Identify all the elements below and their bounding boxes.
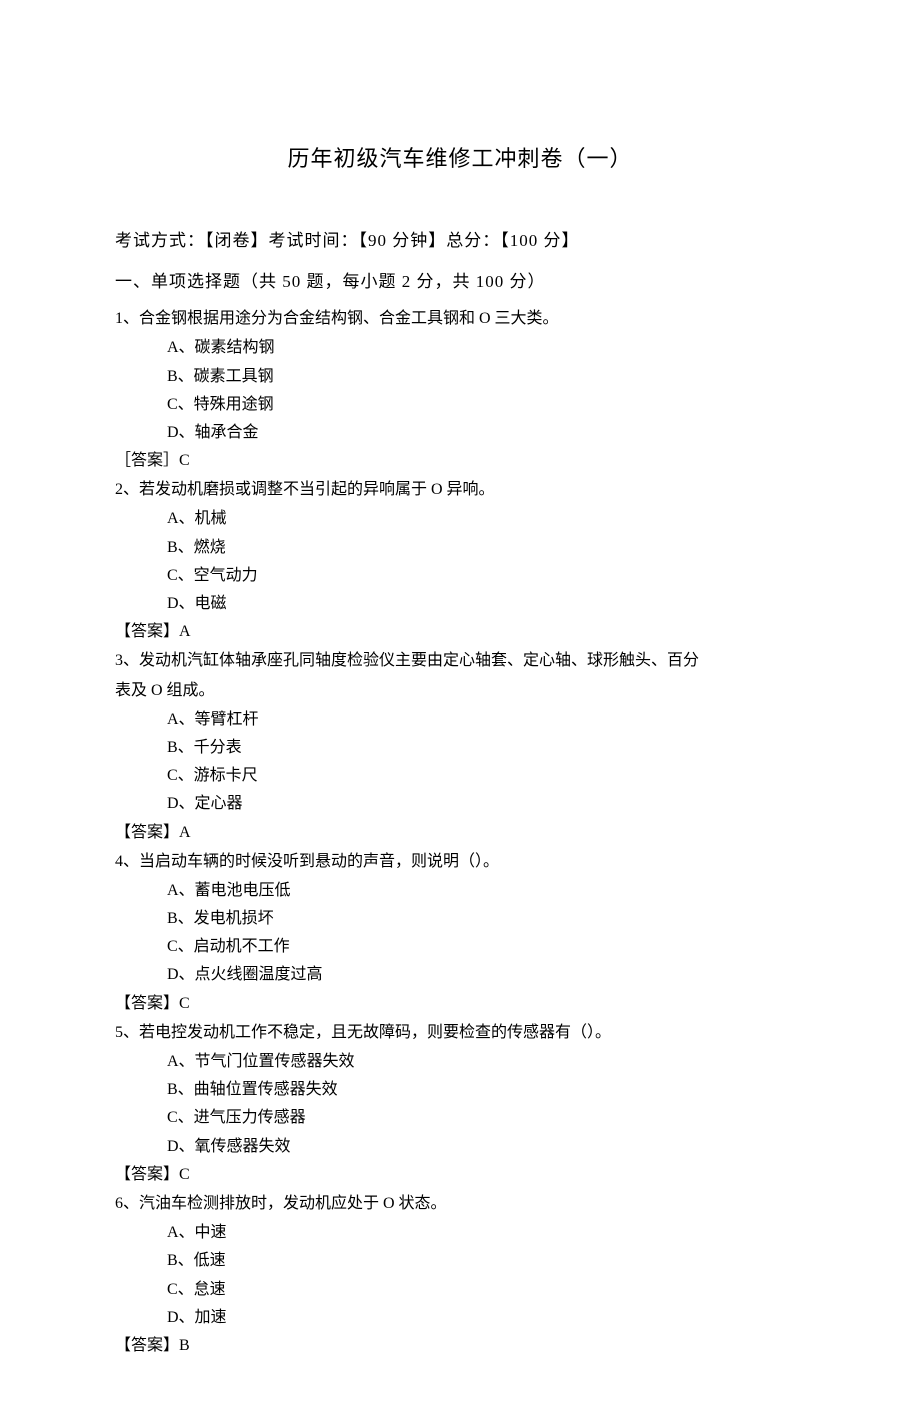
question-option: B、低速 [115,1247,805,1274]
question-stem: 6、汽油车检测排放时，发动机应处于 O 状态。 [115,1190,805,1217]
question-option: C、空气动力 [115,562,805,589]
question-option: B、曲轴位置传感器失效 [115,1076,805,1103]
question-option: A、等臂杠杆 [115,706,805,733]
section-header: 一、单项选择题（共 50 题，每小题 2 分，共 100 分） [115,268,805,297]
question-option: C、启动机不工作 [115,933,805,960]
question-option: C、游标卡尺 [115,762,805,789]
question-option: A、蓄电池电压低 [115,877,805,904]
question-answer: ［答案］C [115,447,805,474]
question-stem-continued: 表及 O 组成。 [115,677,805,704]
question-option: A、节气门位置传感器失效 [115,1048,805,1075]
question-option: C、怠速 [115,1276,805,1303]
question-2: 2、若发动机磨损或调整不当引起的异响属于 O 异响。 A、机械 B、燃烧 C、空… [115,476,805,645]
question-stem: 4、当启动车辆的时候没听到悬动的声音，则说明（）。 [115,848,805,875]
question-option: C、特殊用途钢 [115,391,805,418]
question-option: D、定心器 [115,790,805,817]
question-3: 3、发动机汽缸体轴承座孔同轴度检验仪主要由定心轴套、定心轴、球形触头、百分 表及… [115,647,805,845]
exam-info: 考试方式：【闭卷】考试时间：【90 分钟】总分：【100 分】 [115,227,805,256]
question-option: A、中速 [115,1219,805,1246]
question-option: A、碳素结构钢 [115,334,805,361]
question-option: B、发电机损坏 [115,905,805,932]
question-4: 4、当启动车辆的时候没听到悬动的声音，则说明（）。 A、蓄电池电压低 B、发电机… [115,848,805,1017]
question-option: D、加速 [115,1304,805,1331]
question-option: D、电磁 [115,590,805,617]
question-stem: 5、若电控发动机工作不稳定，且无故障码，则要检查的传感器有（）。 [115,1019,805,1046]
question-option: B、燃烧 [115,534,805,561]
exam-title: 历年初级汽车维修工冲刺卷（一） [115,140,805,177]
question-stem: 3、发动机汽缸体轴承座孔同轴度检验仪主要由定心轴套、定心轴、球形触头、百分 [115,647,805,674]
question-answer: 【答案】B [115,1332,805,1359]
question-answer: 【答案】C [115,990,805,1017]
question-6: 6、汽油车检测排放时，发动机应处于 O 状态。 A、中速 B、低速 C、怠速 D… [115,1190,805,1359]
question-answer: 【答案】C [115,1161,805,1188]
question-option: B、千分表 [115,734,805,761]
question-option: C、进气压力传感器 [115,1104,805,1131]
question-answer: 【答案】A [115,618,805,645]
question-stem: 2、若发动机磨损或调整不当引起的异响属于 O 异响。 [115,476,805,503]
question-option: D、氧传感器失效 [115,1133,805,1160]
question-option: B、碳素工具钢 [115,363,805,390]
question-option: D、点火线圈温度过高 [115,961,805,988]
question-option: D、轴承合金 [115,419,805,446]
question-5: 5、若电控发动机工作不稳定，且无故障码，则要检查的传感器有（）。 A、节气门位置… [115,1019,805,1188]
question-stem: 1、合金钢根据用途分为合金结构钢、合金工具钢和 O 三大类。 [115,305,805,332]
question-answer: 【答案】A [115,819,805,846]
question-1: 1、合金钢根据用途分为合金结构钢、合金工具钢和 O 三大类。 A、碳素结构钢 B… [115,305,805,474]
question-option: A、机械 [115,505,805,532]
